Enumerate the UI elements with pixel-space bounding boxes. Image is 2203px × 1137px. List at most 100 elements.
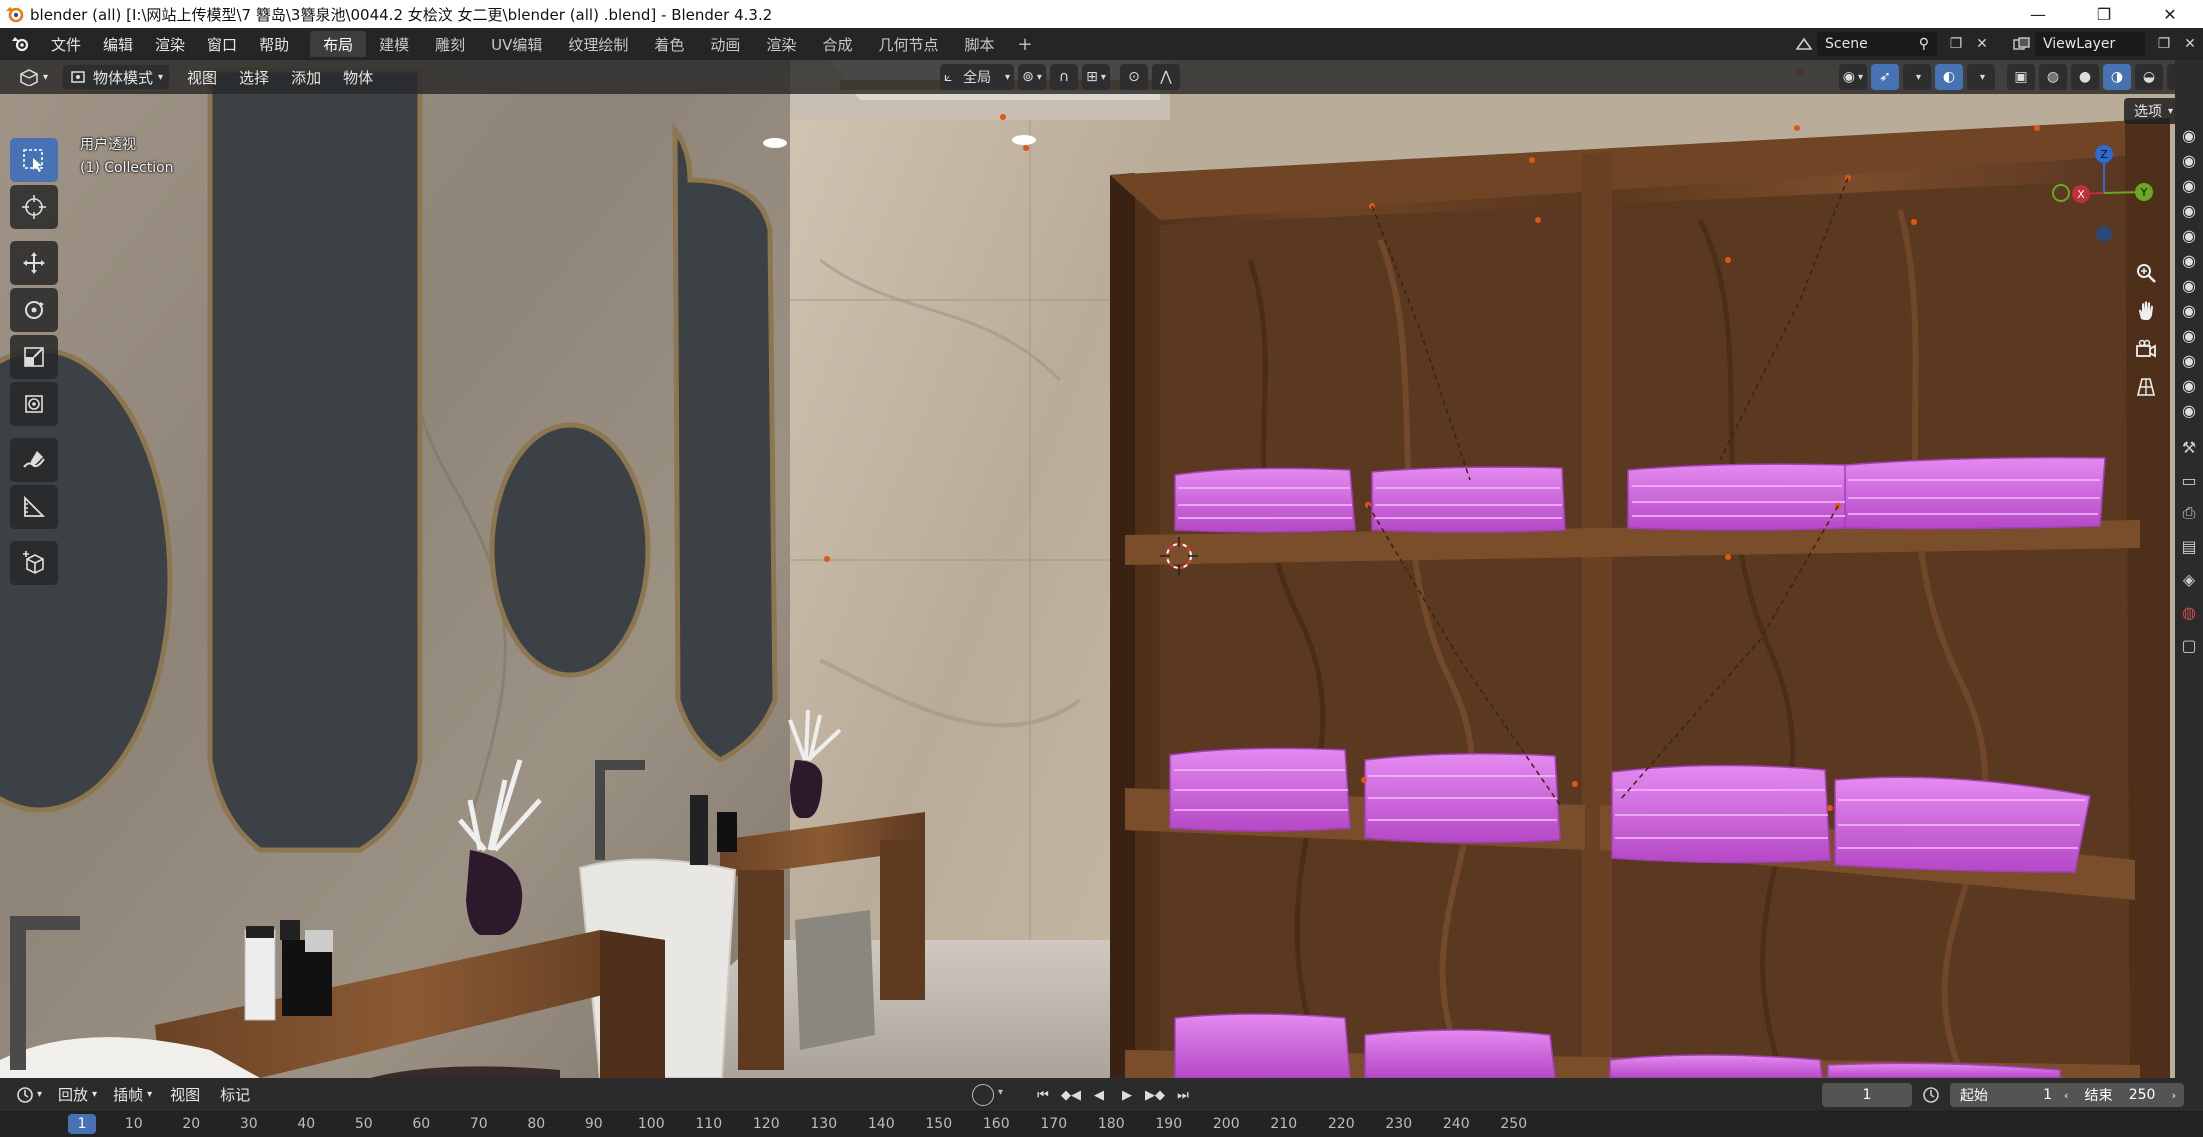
play-reverse-button[interactable]: ◀ [1086, 1082, 1112, 1108]
new-scene-icon[interactable]: ❐ [1943, 32, 1969, 56]
tab-animation[interactable]: 动画 [697, 31, 753, 57]
current-frame-field[interactable]: 1 [1822, 1083, 1912, 1107]
add-cube-tool[interactable] [10, 541, 58, 585]
menu-view[interactable]: 视图 [176, 67, 228, 88]
tab-texture-paint[interactable]: 纹理绘制 [555, 31, 641, 57]
tab-scripting[interactable]: 脚本 [951, 31, 1007, 57]
render-visibility-icon[interactable]: ◉ [2179, 324, 2199, 346]
camera-view-button[interactable] [2129, 332, 2163, 366]
render-visibility-icon[interactable]: ◉ [2179, 299, 2199, 321]
menu-edit[interactable]: 编辑 [92, 28, 144, 60]
jump-start-button[interactable]: ⏮ [1030, 1082, 1056, 1108]
3d-viewport[interactable]: ▾ 物体模式 ▾ 视图 选择 添加 物体 ⟀ 全局 ▾ ⊚ ▾ ∩ ⊞ ▾ ⊙ ⋀ … [0, 60, 2203, 1078]
add-workspace-button[interactable]: + [1007, 34, 1042, 55]
snap-target-dropdown[interactable]: ⊞ ▾ [1082, 64, 1110, 90]
render-visibility-icon[interactable]: ◉ [2179, 399, 2199, 421]
auto-keying-toggle[interactable] [972, 1084, 994, 1106]
pan-view-button[interactable] [2129, 294, 2163, 328]
render-visibility-icon[interactable]: ◉ [2179, 199, 2199, 221]
select-box-tool[interactable] [10, 138, 58, 182]
pivot-point-dropdown[interactable]: ⊚ ▾ [1018, 64, 1046, 90]
tab-layout[interactable]: 布局 [310, 31, 367, 57]
tab-uv-editing[interactable]: UV编辑 [478, 31, 555, 57]
proportional-edit-toggle[interactable]: ⊙ [1120, 64, 1148, 90]
menu-object[interactable]: 物体 [332, 67, 384, 88]
menu-timeline-view[interactable]: 视图 [160, 1084, 210, 1105]
jump-end-button[interactable]: ⏭ [1170, 1082, 1196, 1108]
next-keyframe-button[interactable]: ▶◆ [1142, 1082, 1168, 1108]
menu-marker[interactable]: 标记 [210, 1084, 260, 1105]
prev-keyframe-button[interactable]: ◆◀ [1058, 1082, 1084, 1108]
delete-view-layer-icon[interactable]: ✕ [2177, 32, 2203, 56]
tab-sculpting[interactable]: 雕刻 [422, 31, 478, 57]
menu-window[interactable]: 窗口 [196, 28, 248, 60]
render-properties-icon[interactable]: ▭ [2177, 465, 2201, 495]
rotate-tool[interactable] [10, 288, 58, 332]
scene-icon[interactable] [1791, 32, 1817, 56]
render-visibility-icon[interactable]: ◉ [2179, 174, 2199, 196]
timeline-editor-type[interactable]: ▾ [8, 1086, 50, 1104]
output-properties-icon[interactable]: ⎙ [2177, 498, 2201, 528]
tab-rendering[interactable]: 渲染 [753, 31, 809, 57]
pin-icon[interactable]: ⚲ [1919, 36, 1929, 52]
start-frame-field[interactable]: 起始 1 [1950, 1083, 2062, 1107]
menu-add[interactable]: 添加 [280, 67, 332, 88]
annotate-tool[interactable] [10, 438, 58, 482]
menu-select[interactable]: 选择 [228, 67, 280, 88]
delete-scene-icon[interactable]: ✕ [1969, 32, 1995, 56]
tab-modeling[interactable]: 建模 [366, 31, 422, 57]
scale-tool[interactable] [10, 335, 58, 379]
world-properties-icon[interactable]: ◍ [2177, 597, 2201, 627]
blender-menu-icon[interactable] [0, 36, 40, 52]
visibility-dropdown[interactable]: ◉ ▾ [1838, 64, 1867, 90]
render-visibility-icon[interactable]: ◉ [2179, 349, 2199, 371]
render-visibility-icon[interactable]: ◉ [2179, 374, 2199, 396]
measure-tool[interactable] [10, 485, 58, 529]
overlays-toggle[interactable]: ◐ [1935, 64, 1963, 90]
snap-toggle[interactable]: ∩ [1050, 64, 1078, 90]
menu-keying[interactable]: 插帧 ▾ [105, 1084, 160, 1105]
menu-help[interactable]: 帮助 [248, 28, 300, 60]
shading-wireframe[interactable]: ◍ [2039, 64, 2067, 90]
render-visibility-icon[interactable]: ◉ [2179, 149, 2199, 171]
cursor-tool[interactable] [10, 185, 58, 229]
view-layer-selector[interactable]: ViewLayer [2035, 32, 2145, 56]
playhead-frame[interactable]: 1 [68, 1114, 96, 1134]
menu-render[interactable]: 渲染 [144, 28, 196, 60]
menu-file[interactable]: 文件 [40, 28, 92, 60]
tool-properties-icon[interactable]: ⚒ [2177, 432, 2201, 462]
transform-tool[interactable] [10, 382, 58, 426]
tab-geometry-nodes[interactable]: 几何节点 [865, 31, 951, 57]
shading-solid[interactable]: ● [2071, 64, 2099, 90]
toggle-projection-button[interactable] [2129, 370, 2163, 404]
overlays-dropdown[interactable]: ▾ [1967, 64, 1995, 90]
navigation-gizmo[interactable]: Z Y X [2049, 138, 2159, 248]
gizmo-toggle[interactable]: ➶ [1871, 64, 1899, 90]
scene-properties-icon[interactable]: ◈ [2177, 564, 2201, 594]
tab-shading[interactable]: 着色 [641, 31, 697, 57]
minimize-button[interactable]: — [2005, 0, 2071, 28]
gizmo-dropdown[interactable]: ▾ [1903, 64, 1931, 90]
mode-dropdown[interactable]: 物体模式 ▾ [62, 64, 171, 90]
view-layer-icon[interactable] [2009, 32, 2035, 56]
editor-type-dropdown[interactable]: ▾ [12, 64, 54, 90]
tab-compositing[interactable]: 合成 [809, 31, 865, 57]
render-visibility-icon[interactable]: ◉ [2179, 249, 2199, 271]
menu-playback[interactable]: 回放 ▾ [50, 1084, 105, 1105]
falloff-dropdown[interactable]: ⋀ [1152, 64, 1180, 90]
shading-rendered[interactable]: ◒ [2135, 64, 2163, 90]
play-button[interactable]: ▶ [1114, 1082, 1140, 1108]
render-visibility-icon[interactable]: ◉ [2179, 224, 2199, 246]
maximize-button[interactable]: ❐ [2071, 0, 2137, 28]
zoom-view-button[interactable] [2129, 256, 2163, 290]
shading-material[interactable]: ◑ [2103, 64, 2131, 90]
frame-ruler[interactable]: 1 10 20 30 40 50 60 70 80 90 100 110 120 130 140 150 16… [0, 1112, 2203, 1137]
render-visibility-icon[interactable]: ◉ [2179, 124, 2199, 146]
scene-selector[interactable]: Scene ⚲ [1817, 32, 1937, 56]
close-button[interactable]: ✕ [2137, 0, 2203, 28]
view-layer-properties-icon[interactable]: ▤ [2177, 531, 2201, 561]
render-visibility-icon[interactable]: ◉ [2179, 274, 2199, 296]
end-frame-field[interactable]: ‹ 结束 250 › [2056, 1083, 2184, 1107]
move-tool[interactable] [10, 241, 58, 285]
preview-range-icon[interactable] [1922, 1086, 1940, 1108]
